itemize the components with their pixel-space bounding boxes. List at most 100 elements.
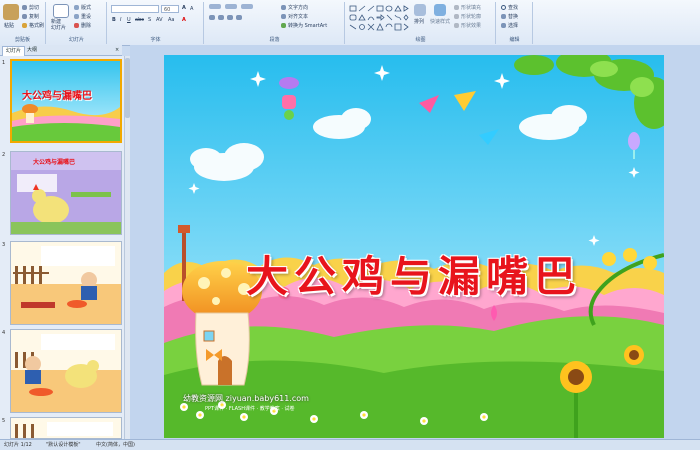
watermark-text: 幼教资源网 ziyuan.baby611.com xyxy=(183,394,309,403)
find-button[interactable]: 查找 xyxy=(501,4,518,11)
shrink-font-button[interactable]: A xyxy=(190,6,193,12)
replace-icon xyxy=(501,14,506,19)
align-left-button[interactable] xyxy=(209,15,217,21)
align-right-button[interactable] xyxy=(227,15,235,21)
slide-thumbnail-1[interactable]: 大公鸡与漏嘴巴 xyxy=(10,59,122,143)
status-bar: 幻灯片 1/12 "默认设计模板" 中文(简体，中国) xyxy=(0,439,700,450)
clipboard-caption: 剪贴板 xyxy=(14,37,30,43)
shape-fill-label: 形状填充 xyxy=(461,5,482,11)
align-center-icon xyxy=(218,15,224,20)
text-direction-button[interactable]: 文字方向 xyxy=(281,4,308,11)
bullets-icon xyxy=(209,4,221,9)
slide-thumbnail-4[interactable] xyxy=(10,329,122,413)
text-direction-icon xyxy=(281,5,286,10)
numbering-button[interactable] xyxy=(225,4,239,10)
layout-button[interactable]: 版式 xyxy=(74,4,91,11)
cut-button[interactable]: 剪切 xyxy=(22,4,39,11)
select-icon xyxy=(501,23,506,28)
text-direction-label: 文字方向 xyxy=(288,5,309,11)
quick-styles-button[interactable]: 快速样式 xyxy=(430,18,450,25)
format-painter-button[interactable]: 格式刷 xyxy=(22,22,44,29)
shadow-button[interactable]: S xyxy=(148,17,151,23)
editing-group: 查找 替换 选择 编辑 xyxy=(497,2,533,44)
shape-outline-button[interactable]: 形状轮廓 xyxy=(454,13,481,20)
justify-icon xyxy=(236,15,242,20)
arrange-button[interactable]: 排列 xyxy=(414,18,424,25)
pen-icon xyxy=(454,14,459,19)
copy-button[interactable]: 复制 xyxy=(22,13,39,20)
find-label: 查找 xyxy=(508,5,519,11)
paragraph-group: 文字方向 对齐文本 转换为 SmartArt 段落 xyxy=(205,2,345,44)
tab-slides[interactable]: 幻灯片 xyxy=(2,46,26,56)
copy-label: 复制 xyxy=(29,14,40,20)
spacing-button[interactable]: AV xyxy=(156,17,163,23)
replace-label: 替换 xyxy=(508,14,519,20)
main-slide[interactable]: 大公鸡与漏嘴巴 xyxy=(164,55,664,438)
slide-thumbnail-2[interactable]: 大公鸡与漏嘴巴 xyxy=(10,151,122,235)
align-left-icon xyxy=(209,15,215,20)
convert-smartart-button[interactable]: 转换为 SmartArt xyxy=(281,22,327,29)
panel-tabs: 幻灯片 大纲 × xyxy=(0,45,122,56)
shape-effects-button[interactable]: 形状效果 xyxy=(454,22,481,29)
scissors-icon xyxy=(22,5,27,10)
slide-title[interactable]: 大公鸡与漏嘴巴 xyxy=(164,243,664,304)
indent-icon xyxy=(241,4,253,9)
underline-button[interactable]: U xyxy=(127,17,131,23)
select-button[interactable]: 选择 xyxy=(501,22,518,29)
paste-icon xyxy=(3,4,19,20)
font-size-dropdown[interactable]: 60 xyxy=(161,5,179,13)
strikethrough-button[interactable]: abc xyxy=(135,17,144,23)
layout-label: 版式 xyxy=(81,5,92,11)
slide-thumbnail-3[interactable] xyxy=(10,241,122,325)
italic-button[interactable]: I xyxy=(120,17,121,23)
font-caption: 字体 xyxy=(150,37,161,43)
reset-icon xyxy=(74,14,79,19)
change-case-button[interactable]: Aa xyxy=(168,17,174,23)
thumb-number: 4 xyxy=(2,330,6,336)
align-text-button[interactable]: 对齐文本 xyxy=(281,13,308,20)
arrange-icon xyxy=(414,4,426,16)
select-label: 选择 xyxy=(508,23,519,29)
justify-button[interactable] xyxy=(236,15,244,21)
shape-effects-label: 形状效果 xyxy=(461,23,482,29)
delete-icon xyxy=(74,23,79,28)
font-group: 60 A A B I U abc S AV Aa A 字体 xyxy=(108,2,204,44)
font-color-button[interactable]: A xyxy=(182,17,186,23)
align-center-button[interactable] xyxy=(218,15,226,21)
drawing-group: 排列 快速样式 形状填充 形状轮廓 形状效果 绘图 xyxy=(346,2,496,44)
thumb-number: 1 xyxy=(2,60,6,66)
format-painter-label: 格式刷 xyxy=(29,23,45,29)
bullets-button[interactable] xyxy=(209,4,223,10)
copy-icon xyxy=(22,14,27,19)
clipboard-group: 粘贴 剪切 复制 格式刷 剪贴板 xyxy=(0,2,46,44)
grow-font-button[interactable]: A xyxy=(182,5,186,11)
close-panel-icon[interactable]: × xyxy=(112,46,122,55)
cut-label: 剪切 xyxy=(29,5,40,11)
bold-button[interactable]: B xyxy=(112,17,116,23)
thumbnail-1-title: 大公鸡与漏嘴巴 xyxy=(22,91,92,102)
shape-fill-button[interactable]: 形状填充 xyxy=(454,4,481,11)
thumb-number: 2 xyxy=(2,152,6,158)
slides-caption: 幻灯片 xyxy=(68,37,84,43)
thumb-number: 3 xyxy=(2,242,6,248)
align-right-icon xyxy=(227,15,233,20)
delete-slide-button[interactable]: 删除 xyxy=(74,22,91,29)
numbering-icon xyxy=(225,4,237,9)
slides-group: 新建 幻灯片 版式 重设 删除 幻灯片 xyxy=(47,2,107,44)
quick-styles-icon xyxy=(434,4,446,16)
reset-button[interactable]: 重设 xyxy=(74,13,91,20)
brush-icon xyxy=(22,23,27,28)
font-name-dropdown[interactable] xyxy=(111,5,159,13)
new-slide-icon xyxy=(53,4,69,18)
slides-panel: 1 大公鸡与漏嘴巴 2 大公鸡与漏嘴巴 3 4 5 xyxy=(0,56,130,439)
indent-button[interactable] xyxy=(241,4,255,10)
shapes-gallery[interactable] xyxy=(349,5,409,33)
new-slide-button[interactable]: 新建 幻灯片 xyxy=(51,19,66,31)
paste-button[interactable]: 粘贴 xyxy=(4,22,14,29)
ribbon: 粘贴 剪切 复制 格式刷 剪贴板 新建 幻灯片 版式 重设 删除 幻灯片 60 … xyxy=(0,0,700,46)
effects-icon xyxy=(454,23,459,28)
replace-button[interactable]: 替换 xyxy=(501,13,518,20)
slide-thumbnail-5[interactable] xyxy=(10,417,122,439)
delete-label: 删除 xyxy=(81,23,92,29)
tab-outline[interactable]: 大纲 xyxy=(24,46,40,55)
